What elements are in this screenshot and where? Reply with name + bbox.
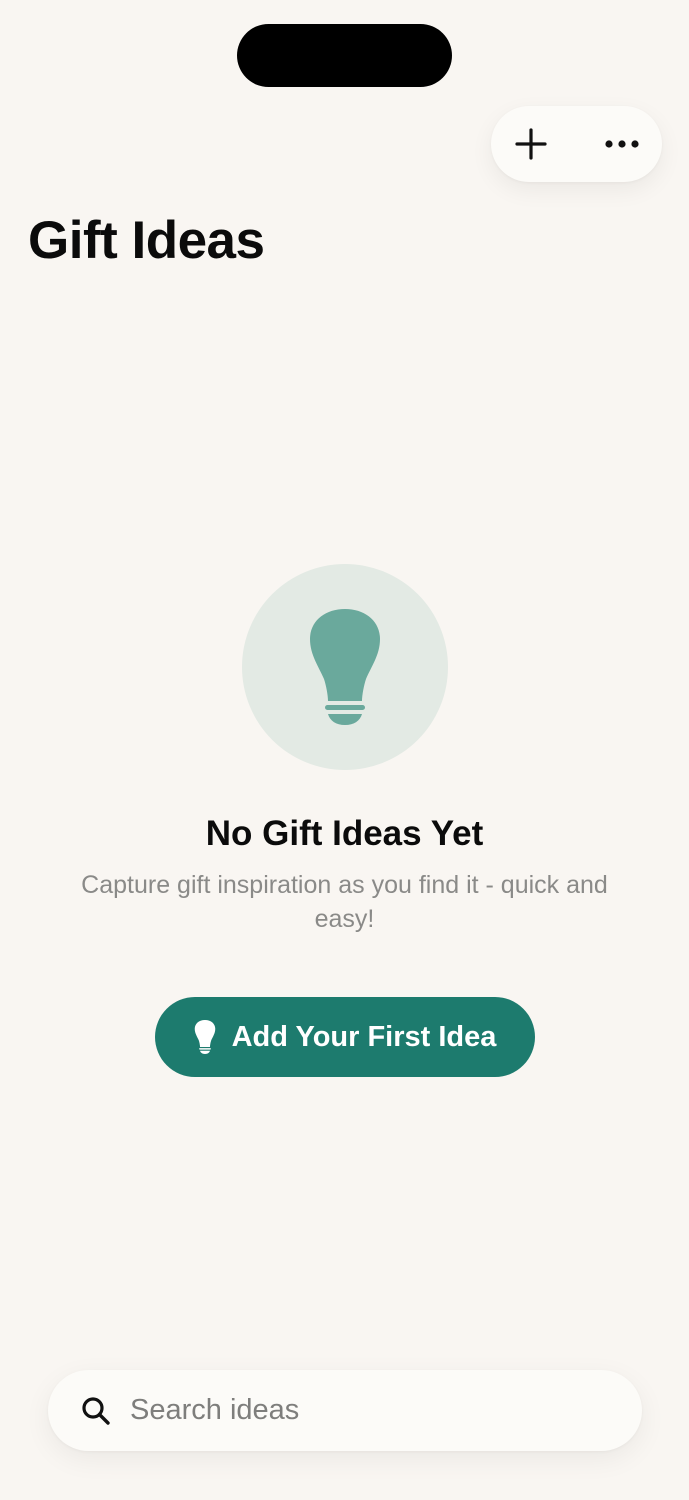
dynamic-island <box>237 24 452 87</box>
add-first-idea-button[interactable]: Add Your First Idea <box>155 997 535 1077</box>
ellipsis-icon <box>605 140 639 148</box>
toolbar <box>491 106 662 182</box>
add-button[interactable] <box>491 106 571 182</box>
empty-state-title: No Gift Ideas Yet <box>205 814 484 853</box>
empty-state-subtitle: Capture gift inspiration as you find it … <box>81 871 608 933</box>
plus-icon <box>515 128 547 160</box>
empty-state-icon-circle <box>242 564 448 770</box>
lightbulb-icon <box>310 609 380 725</box>
search-icon <box>82 1397 110 1425</box>
search-input[interactable] <box>130 1370 610 1451</box>
add-first-idea-label: Add Your First Idea <box>231 1020 497 1053</box>
page-title: Gift Ideas <box>28 211 265 270</box>
search-bar[interactable] <box>48 1370 642 1451</box>
lightbulb-icon <box>194 1020 215 1054</box>
more-button[interactable] <box>582 106 662 182</box>
